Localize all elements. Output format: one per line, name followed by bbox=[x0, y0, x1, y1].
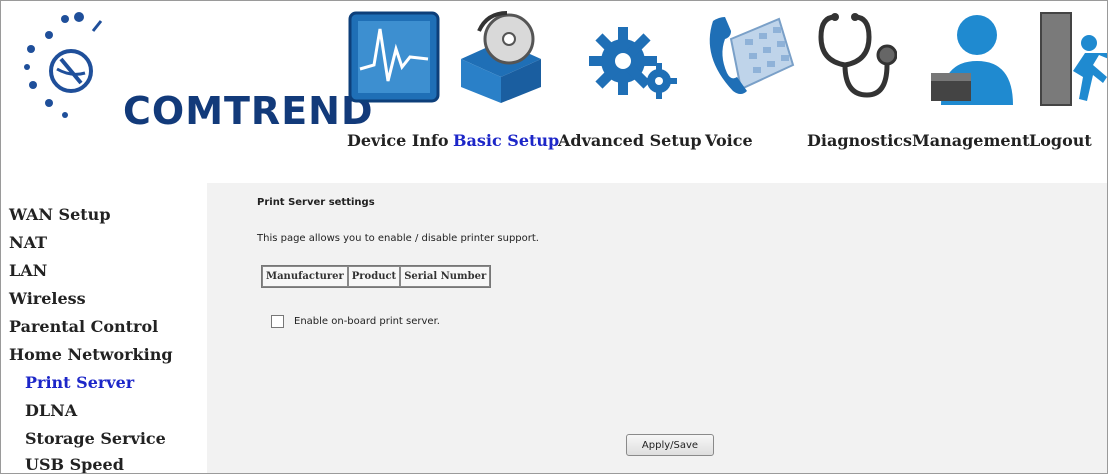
column-product: Product bbox=[347, 266, 401, 287]
enable-print-server-checkbox[interactable] bbox=[271, 315, 284, 328]
enable-print-server-label[interactable]: Enable on-board print server. bbox=[294, 316, 440, 327]
apply-save-button[interactable]: Apply/Save bbox=[626, 434, 714, 456]
sidebar: WAN Setup NAT LAN Wireless Parental Cont… bbox=[1, 183, 207, 473]
sidebar-item-print-server[interactable]: Print Server bbox=[25, 373, 134, 392]
router-admin-window: COMTREND Device Info Basic Setup Advance… bbox=[0, 0, 1108, 474]
sidebar-item-storage-service[interactable]: Storage Service bbox=[25, 429, 166, 448]
enable-print-server-row: Enable on-board print server. bbox=[271, 315, 440, 328]
column-serial-number: Serial Number bbox=[400, 266, 491, 287]
nav-diagnostics[interactable]: Diagnostics bbox=[807, 131, 912, 150]
nav-device-info[interactable]: Device Info bbox=[347, 131, 449, 150]
column-manufacturer: Manufacturer bbox=[262, 266, 348, 287]
sidebar-item-parental-control[interactable]: Parental Control bbox=[9, 317, 158, 336]
sidebar-item-nat[interactable]: NAT bbox=[9, 233, 47, 252]
sidebar-item-usb-speed[interactable]: USB Speed bbox=[25, 455, 124, 473]
sidebar-item-wireless[interactable]: Wireless bbox=[9, 289, 86, 308]
sidebar-item-lan[interactable]: LAN bbox=[9, 261, 47, 280]
voice-phone-keypad-icon[interactable] bbox=[701, 9, 797, 105]
basic-setup-disc-box-icon[interactable] bbox=[451, 9, 551, 105]
nav-logout[interactable]: Logout bbox=[1029, 131, 1092, 150]
advanced-setup-gears-icon[interactable] bbox=[587, 9, 683, 105]
page-title: Print Server settings bbox=[257, 197, 375, 208]
comtrend-sunburst-icon bbox=[24, 12, 103, 118]
nav-advanced-setup[interactable]: Advanced Setup bbox=[558, 131, 702, 150]
sidebar-item-dlna[interactable]: DLNA bbox=[25, 401, 77, 420]
logout-exit-door-icon[interactable] bbox=[1039, 9, 1107, 109]
device-info-chart-icon[interactable] bbox=[346, 9, 442, 105]
main-content: Print Server settings This page allows y… bbox=[207, 183, 1107, 473]
comtrend-logo: COMTREND bbox=[13, 11, 373, 161]
nav-voice[interactable]: Voice bbox=[705, 131, 753, 150]
sidebar-item-home-networking[interactable]: Home Networking bbox=[9, 345, 173, 364]
nav-management[interactable]: Management bbox=[912, 131, 1030, 150]
printer-table-header-row: Manufacturer Product Serial Number bbox=[262, 266, 491, 287]
diagnostics-stethoscope-icon[interactable] bbox=[813, 9, 897, 109]
header: COMTREND Device Info Basic Setup Advance… bbox=[1, 1, 1107, 183]
page-description: This page allows you to enable / disable… bbox=[257, 233, 539, 244]
management-user-icon[interactable] bbox=[925, 9, 1025, 109]
nav-basic-setup[interactable]: Basic Setup bbox=[453, 131, 559, 150]
brand-name: COMTREND bbox=[123, 89, 374, 133]
printer-table: Manufacturer Product Serial Number bbox=[261, 265, 492, 288]
sidebar-item-wan-setup[interactable]: WAN Setup bbox=[9, 205, 111, 224]
